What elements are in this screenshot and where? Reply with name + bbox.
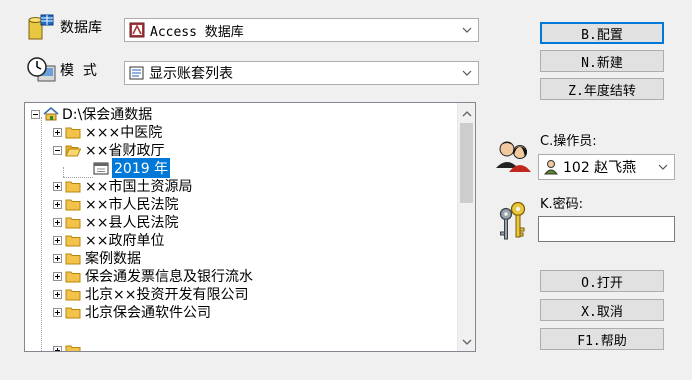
expand-icon[interactable] <box>53 345 62 351</box>
folder-icon <box>65 344 81 351</box>
tree-item[interactable]: 北京××投资开发有限公司 <box>53 285 248 303</box>
tree-item-label: ××市人民法院 <box>85 197 179 213</box>
expand-icon[interactable] <box>53 289 62 299</box>
tree-item-label: ××省财政厅 <box>85 143 165 159</box>
expand-icon[interactable] <box>53 127 62 137</box>
help-button[interactable]: F1.帮助 <box>540 328 664 350</box>
tree-item-label: 保会通发票信息及银行流水 <box>85 269 253 285</box>
folder-icon <box>65 288 81 301</box>
chevron-down-icon <box>462 23 472 37</box>
scroll-up-icon[interactable] <box>462 108 472 118</box>
operators-icon <box>494 138 534 174</box>
operator-label: C.操作员: <box>540 134 597 149</box>
year-end-button[interactable]: Z.年度结转 <box>540 78 664 100</box>
tree-root[interactable]: D:\保会通数据 <box>31 105 152 123</box>
folder-icon <box>65 270 81 283</box>
tree-item-label: 案例数据 <box>85 251 141 267</box>
folder-icon <box>65 252 81 265</box>
tree-root-label: D:\保会通数据 <box>62 107 153 123</box>
scroll-down-icon[interactable] <box>462 336 472 346</box>
password-label: K.密码: <box>540 197 584 212</box>
tree-item-label: ××市国土资源局 <box>85 179 193 195</box>
tree-content: D:\保会通数据 ×××中医院 ××省财政厅 2019 年 ××市国土资源局 × <box>25 103 457 351</box>
expand-icon[interactable] <box>53 307 62 317</box>
clock-icon <box>26 56 56 84</box>
folder-icon <box>65 234 81 247</box>
database-select[interactable]: Access 数据库 <box>124 18 479 42</box>
tree-item-label: 北京保会通软件公司 <box>85 305 211 321</box>
cancel-button[interactable]: X.取消 <box>540 299 664 321</box>
tree-item[interactable]: 北京保会通软件公司 <box>53 303 211 321</box>
home-folder-icon <box>43 106 59 121</box>
tree-item-label-selected: 2019 年 <box>112 158 171 178</box>
calendar-icon <box>93 161 109 175</box>
tree-item-year[interactable]: 2019 年 <box>93 158 171 178</box>
open-folder-icon <box>65 144 82 157</box>
folder-icon <box>65 306 81 319</box>
keys-icon <box>496 200 532 242</box>
database-icon <box>26 12 56 42</box>
tree-item[interactable]: ××县人民法院 <box>53 213 178 231</box>
config-button[interactable]: B.配置 <box>540 22 664 44</box>
tree-item-label: ×××中医院 <box>85 125 163 141</box>
expand-icon[interactable] <box>53 199 62 209</box>
tree-item[interactable]: ×××中医院 <box>53 123 162 141</box>
list-icon <box>129 65 145 81</box>
tree-item-label: 北京××投资开发有限公司 <box>85 287 249 303</box>
tree-item[interactable]: 案例数据 <box>53 249 141 267</box>
chevron-down-icon <box>658 160 668 174</box>
folder-icon <box>65 216 81 229</box>
mode-row: 模 式 <box>26 56 97 84</box>
tree-item[interactable]: 保会通发票信息及银行流水 <box>53 267 253 285</box>
folder-icon <box>65 126 81 139</box>
tree-item[interactable]: ××省财政厅 <box>53 141 164 159</box>
expand-icon[interactable] <box>53 217 62 227</box>
tree-item[interactable]: ××政府单位 <box>53 231 164 249</box>
database-row: 数据库 <box>26 12 102 42</box>
chevron-down-icon <box>462 66 472 80</box>
operator-select[interactable]: 102 赵飞燕 <box>538 154 675 180</box>
tree-item-label: ××县人民法院 <box>85 215 179 231</box>
expand-icon[interactable] <box>53 271 62 281</box>
expand-icon[interactable] <box>53 235 62 245</box>
tree-item[interactable]: ××市国土资源局 <box>53 177 192 195</box>
folder-icon <box>65 180 81 193</box>
database-value: Access 数据库 <box>150 24 244 40</box>
scroll-thumb[interactable] <box>460 123 473 203</box>
tree-item-partial[interactable] <box>53 341 85 351</box>
open-button[interactable]: O.打开 <box>540 270 664 292</box>
mode-select[interactable]: 显示账套列表 <box>124 61 479 85</box>
database-label: 数据库 <box>60 20 102 36</box>
tree-scrollbar[interactable] <box>457 103 475 351</box>
expand-icon[interactable] <box>53 181 62 191</box>
mode-value: 显示账套列表 <box>149 66 233 82</box>
expand-icon[interactable] <box>53 253 62 263</box>
access-icon <box>129 22 145 38</box>
account-tree[interactable]: D:\保会通数据 ×××中医院 ××省财政厅 2019 年 ××市国土资源局 × <box>24 102 476 352</box>
folder-icon <box>65 198 81 211</box>
password-input[interactable] <box>538 216 675 242</box>
collapse-icon[interactable] <box>31 109 40 119</box>
operator-value: 102 赵飞燕 <box>563 160 637 176</box>
tree-item-label: ××政府单位 <box>85 233 165 249</box>
tree-item[interactable]: ××市人民法院 <box>53 195 178 213</box>
new-button[interactable]: N.新建 <box>540 50 664 72</box>
mode-label: 模 式 <box>60 63 97 79</box>
user-icon <box>543 159 559 175</box>
collapse-icon[interactable] <box>53 145 62 155</box>
